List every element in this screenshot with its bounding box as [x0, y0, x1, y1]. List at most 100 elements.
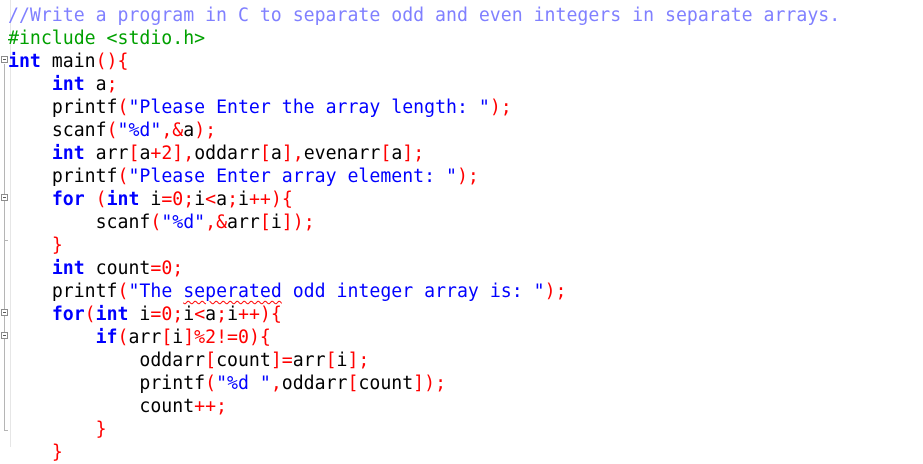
code-token: ]% — [183, 327, 206, 348]
code-token: #include <stdio.h> — [8, 28, 206, 49]
code-token: ); — [194, 120, 217, 141]
code-line[interactable]: printf("%d ",oddarr[count]); — [8, 372, 840, 395]
code-token: "Please Enter array element: " — [128, 166, 457, 187]
code-token: [ — [259, 143, 271, 164]
code-token: oddarr — [194, 143, 260, 164]
code-token: arr — [227, 212, 260, 233]
code-token: [ — [347, 373, 359, 394]
code-editor[interactable]: //Write a program in C to separate odd a… — [0, 0, 923, 463]
code-line[interactable]: } — [8, 234, 840, 257]
code-token: scanf — [51, 120, 107, 141]
code-token: [ — [380, 143, 392, 164]
fold-toggle-main-icon[interactable] — [1, 56, 8, 63]
code-token: int — [106, 189, 140, 210]
code-token: //Write a program in C to separate odd a… — [8, 5, 841, 26]
code-token: ]= — [270, 350, 293, 371]
code-line[interactable]: printf("The seperated odd integer array … — [8, 280, 840, 303]
code-token: a — [216, 189, 228, 210]
code-token: } — [51, 442, 63, 463]
code-token: arr — [292, 350, 326, 371]
code-token: [ — [325, 350, 337, 371]
code-line[interactable]: printf("Please Enter the array length: "… — [8, 96, 840, 119]
fold-toggle-if-icon[interactable] — [1, 332, 8, 339]
code-token: printf — [139, 373, 206, 394]
fold-guide — [4, 64, 5, 430]
code-area[interactable]: //Write a program in C to separate odd a… — [8, 4, 840, 464]
code-line[interactable]: int a; — [8, 73, 840, 96]
code-line[interactable]: int main(){ — [8, 50, 840, 73]
code-token: "The — [128, 281, 184, 302]
code-token: 2 — [205, 327, 217, 348]
code-token: "%d" — [117, 120, 162, 141]
code-line[interactable]: count++; — [8, 395, 840, 418]
code-line[interactable]: } — [8, 441, 840, 464]
code-line[interactable]: if(arr[i]%2!=0){ — [8, 326, 840, 349]
code-line[interactable]: for(int i=0;i<a;i++){ — [8, 303, 840, 326]
code-token: } — [95, 419, 107, 440]
code-token: count — [216, 350, 271, 371]
code-token: i — [238, 189, 249, 210]
code-token: ){ — [248, 327, 271, 348]
code-token: = — [161, 189, 173, 210]
code-token: a — [139, 143, 151, 164]
code-token: 2 — [161, 143, 173, 164]
code-token: 0 — [172, 189, 184, 210]
fold-toggle-for-icon[interactable] — [1, 194, 8, 201]
code-token: main — [40, 51, 96, 72]
code-token: ++; — [194, 396, 228, 417]
code-line[interactable]: int count=0; — [8, 257, 840, 280]
code-token: != — [216, 327, 238, 348]
code-token: ( — [117, 97, 129, 118]
code-token: printf — [51, 166, 118, 187]
code-line[interactable]: scanf("%d",&arr[i]); — [8, 211, 840, 234]
fold-toggle-for-icon[interactable] — [1, 309, 8, 316]
code-token: count — [84, 258, 151, 279]
code-token: ,& — [161, 120, 184, 141]
code-token: int — [95, 304, 129, 325]
code-token: printf — [51, 281, 118, 302]
code-token: ]; — [347, 350, 370, 371]
code-line[interactable]: printf("Please Enter array element: "); — [8, 165, 840, 188]
code-token: i — [336, 350, 348, 371]
code-token: a — [391, 143, 403, 164]
code-line[interactable]: for (int i=0;i<a;i++){ — [8, 188, 840, 211]
code-token: i — [194, 189, 206, 210]
code-line[interactable]: scanf("%d",&a); — [8, 119, 840, 142]
code-token: ; — [106, 74, 118, 95]
code-token: ( — [95, 189, 107, 210]
code-token: , — [270, 373, 282, 394]
code-line[interactable]: //Write a program in C to separate odd a… — [8, 4, 840, 27]
code-line[interactable]: } — [8, 418, 840, 441]
code-line[interactable]: #include <stdio.h> — [8, 27, 840, 50]
code-token: a — [205, 304, 217, 325]
code-token: i — [139, 189, 162, 210]
code-token: < — [205, 189, 217, 210]
code-token: ( — [84, 304, 96, 325]
code-token: ; — [172, 304, 184, 325]
code-token: ( — [106, 120, 118, 141]
code-token: ( — [117, 327, 129, 348]
code-token: int — [51, 258, 85, 279]
code-line[interactable]: oddarr[count]=arr[i]; — [8, 349, 840, 372]
code-token: ,& — [205, 212, 228, 233]
code-token: a — [270, 143, 282, 164]
code-token: [ — [205, 350, 217, 371]
code-token: ++){ — [248, 189, 293, 210]
code-line[interactable]: int arr[a+2],oddarr[a],evenarr[a]; — [8, 142, 840, 165]
code-token: int — [51, 143, 85, 164]
code-token: i — [227, 304, 239, 325]
code-token: "%d " — [216, 373, 271, 394]
code-token: ]); — [413, 373, 447, 394]
code-token: ( — [117, 281, 129, 302]
